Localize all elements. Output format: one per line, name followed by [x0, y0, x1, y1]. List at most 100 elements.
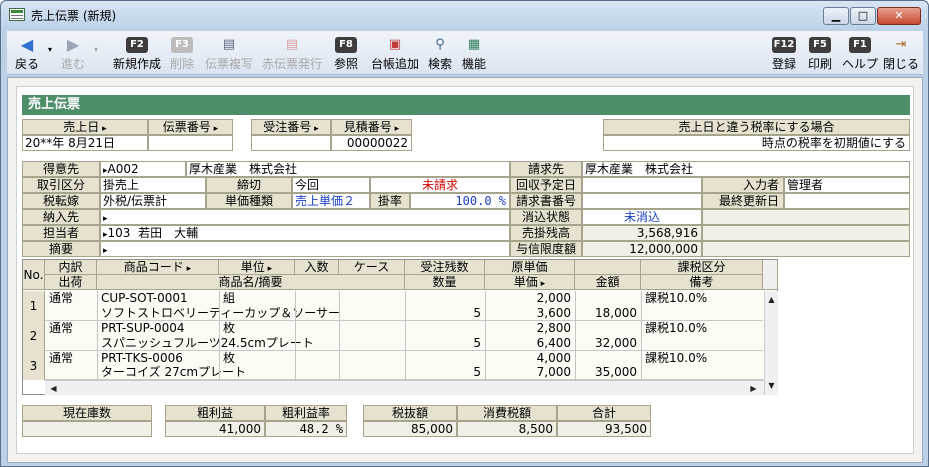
- tax-transfer-label: 税転嫁: [22, 193, 100, 209]
- functions-button[interactable]: ▦ 機能: [459, 33, 489, 73]
- print-button[interactable]: F5 印刷: [805, 33, 835, 73]
- row-quantity[interactable]: 5: [405, 306, 483, 321]
- app-icon: [9, 8, 25, 21]
- summary-field[interactable]: ▸: [100, 241, 510, 257]
- estimate-no-field[interactable]: 00000022: [331, 135, 412, 151]
- ledger-add-button[interactable]: ▣ 台帳追加: [369, 33, 421, 73]
- row-unit[interactable]: 枚: [221, 351, 295, 366]
- rate-field[interactable]: 100.0 %: [410, 193, 510, 209]
- row-product-code[interactable]: CUP-SOT-0001: [99, 291, 219, 306]
- row-breakdown[interactable]: 通常: [47, 291, 97, 306]
- order-no-label[interactable]: 受注番号: [251, 119, 331, 135]
- row-product-name[interactable]: ソフトストロベリーティーカップ＆ソーサー: [99, 306, 405, 321]
- credit-limit-field: 12,000,000: [582, 241, 702, 257]
- closing-field[interactable]: 今回: [292, 177, 370, 193]
- section-title: 売上伝票: [22, 95, 910, 115]
- col-remarks-header: 備考: [641, 275, 763, 290]
- row-quantity[interactable]: 5: [405, 336, 483, 351]
- row-amount: 18,000: [595, 306, 637, 320]
- copy-slip-button[interactable]: ▤ 伝票複写: [203, 33, 255, 73]
- tax-rate-option-field[interactable]: 時点の税率を初期値にする: [603, 135, 910, 151]
- close-window-button[interactable]: ✕: [877, 7, 921, 25]
- row-unit[interactable]: 枚: [221, 321, 295, 336]
- delivery-field[interactable]: ▸: [100, 209, 510, 225]
- col-unit-price-header[interactable]: 単価: [485, 275, 575, 290]
- stock-field: [22, 421, 152, 437]
- new-button[interactable]: F2 新規作成: [111, 33, 163, 73]
- sales-date-field[interactable]: 20**年 8月21日: [22, 135, 148, 151]
- row-cost[interactable]: 2,800: [485, 321, 573, 336]
- scroll-right-icon[interactable]: ▶: [747, 382, 760, 395]
- row-product-code[interactable]: PRT-SUP-0004: [99, 321, 219, 336]
- col-product-code-header[interactable]: 商品コード: [97, 260, 219, 275]
- arrow-right-icon: ▶: [66, 35, 80, 54]
- customer-code-field[interactable]: ▸A002: [100, 161, 186, 177]
- row-cost[interactable]: 4,000: [485, 351, 573, 366]
- col-order-remain-header: 受注残数: [405, 260, 485, 275]
- row-amount: 32,000: [595, 336, 637, 350]
- unit-price-type-label: 単価種類: [206, 193, 292, 209]
- vertical-scrollbar[interactable]: ▲ ▼: [764, 291, 778, 395]
- clear-status-label: 消込状態: [510, 209, 582, 225]
- red-slip-icon: ▤: [285, 37, 299, 52]
- col-pack-qty-header: 入数: [295, 260, 339, 275]
- total-field: 93,500: [557, 421, 651, 437]
- slip-no-label[interactable]: 伝票番号: [148, 119, 233, 135]
- register-button[interactable]: F12 登録: [769, 33, 799, 73]
- search-button[interactable]: ⚲ 検索: [425, 33, 455, 73]
- col-unit-header[interactable]: 単位: [219, 260, 295, 275]
- reference-button[interactable]: F8 参照: [331, 33, 361, 73]
- row-tax-category[interactable]: 課税10.0%: [643, 351, 763, 366]
- row-tax-category[interactable]: 課税10.0%: [643, 291, 763, 306]
- gross-profit-label: 粗利益: [165, 405, 265, 421]
- scroll-up-icon[interactable]: ▲: [765, 293, 778, 306]
- back-button[interactable]: ◀ 戻る: [9, 33, 45, 73]
- scroll-down-icon[interactable]: ▼: [765, 379, 778, 392]
- row-product-name[interactable]: スパニッシュフルーツ24.5cmプレート: [99, 336, 405, 351]
- row-product-name[interactable]: ターコイズ 27cmプレート: [99, 365, 405, 380]
- grid-line: [339, 291, 340, 380]
- row-breakdown[interactable]: 通常: [47, 351, 97, 366]
- title-bar[interactable]: 売上伝票 (新規) ▁ □ ✕: [1, 1, 928, 29]
- f1-key-icon: F1: [849, 37, 871, 53]
- delete-button[interactable]: F3 削除: [167, 33, 197, 73]
- estimate-no-label[interactable]: 見積番号: [331, 119, 412, 135]
- row-unit-price[interactable]: 3,600: [485, 306, 573, 321]
- row-unit-price[interactable]: 7,000: [485, 365, 573, 380]
- staff-field[interactable]: ▸103 若田 大輔: [100, 225, 510, 241]
- row-breakdown[interactable]: 通常: [47, 321, 97, 336]
- red-slip-button[interactable]: ▤ 赤伝票発行: [261, 33, 323, 73]
- tax-transfer-field[interactable]: 外税/伝票計: [100, 193, 206, 209]
- blank-cell: [702, 241, 910, 257]
- sales-date-label[interactable]: 売上日: [22, 119, 148, 135]
- forward-button[interactable]: ▶ 進む: [55, 33, 91, 73]
- ledger-add-icon: ▣: [388, 37, 402, 52]
- tax-amount-field: 8,500: [457, 421, 557, 437]
- trade-type-field[interactable]: 掛売上: [100, 177, 206, 193]
- grid-line: [97, 291, 98, 380]
- row-cost[interactable]: 2,000: [485, 291, 573, 306]
- help-button[interactable]: F1 ヘルプ: [841, 33, 879, 73]
- tax-rate-option-label: 売上日と違う税率にする場合: [603, 119, 910, 135]
- close-form-button[interactable]: ⇥ 閉じる: [883, 33, 919, 73]
- collection-date-field[interactable]: [582, 177, 702, 193]
- col-amount-header-top: [575, 260, 641, 275]
- row-unit-price[interactable]: 6,400: [485, 336, 573, 351]
- magnifier-icon: ⚲: [435, 37, 445, 52]
- col-quantity-header: 数量: [405, 275, 485, 290]
- order-no-field[interactable]: [251, 135, 331, 151]
- minimize-button[interactable]: ▁: [823, 7, 849, 25]
- row-tax-category[interactable]: 課税10.0%: [643, 321, 763, 336]
- entered-by-field: 管理者: [784, 177, 910, 193]
- row-quantity[interactable]: 5: [405, 365, 483, 380]
- row-number: 2: [23, 321, 45, 351]
- scroll-left-icon[interactable]: ◀: [47, 382, 60, 395]
- f5-key-icon: F5: [809, 37, 831, 53]
- collection-date-label: 回収予定日: [510, 177, 582, 193]
- maximize-button[interactable]: □: [850, 7, 876, 25]
- row-product-code[interactable]: PRT-TKS-0006: [99, 351, 219, 366]
- horizontal-scrollbar[interactable]: ◀ ▶: [45, 380, 764, 395]
- unit-price-type-field[interactable]: 売上単価２: [292, 193, 370, 209]
- row-unit[interactable]: 組: [221, 291, 295, 306]
- slip-no-field[interactable]: [148, 135, 233, 151]
